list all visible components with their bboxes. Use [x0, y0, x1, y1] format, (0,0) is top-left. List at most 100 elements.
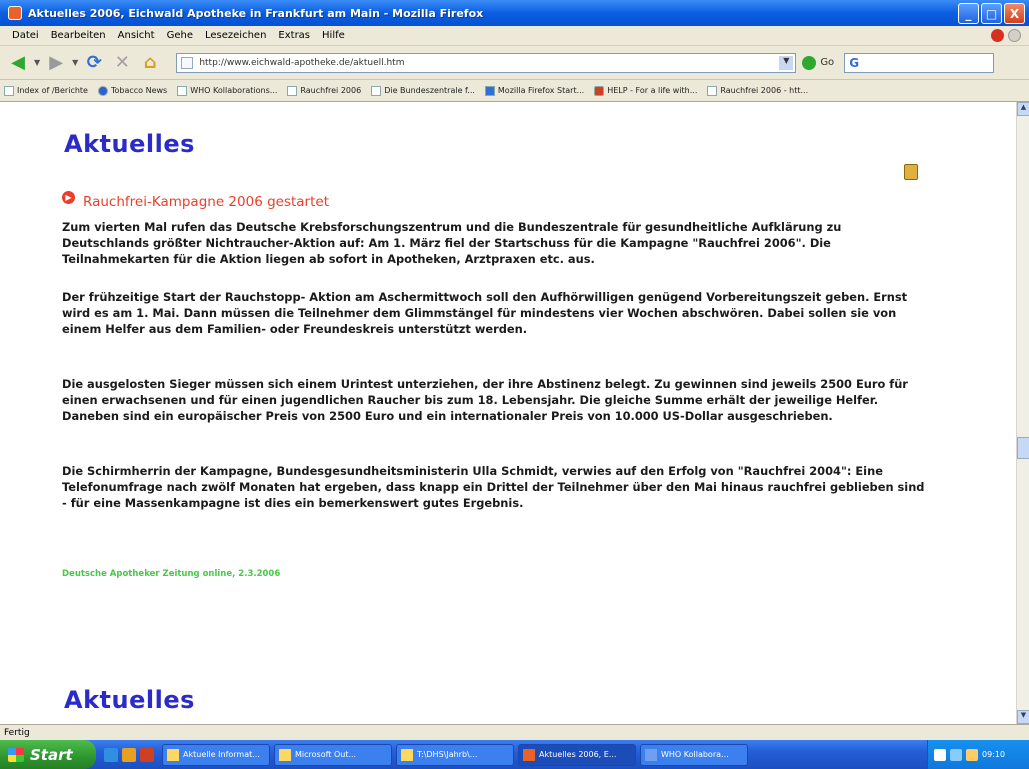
bullet-arrow-icon: ▶ [62, 190, 75, 204]
go-icon[interactable] [802, 55, 817, 70]
page-icon [181, 56, 194, 69]
section-heading: Aktuelles [64, 686, 195, 714]
ie-icon[interactable] [104, 747, 118, 762]
bookmark-item[interactable]: Index of /Berichte [4, 85, 88, 96]
taskbar-item[interactable]: Aktuelle Informat... [162, 743, 270, 766]
vertical-scrollbar[interactable]: ▲ ▼ [1016, 102, 1029, 724]
taskbar: Start Aktuelle Informat... Microsoft Out… [0, 740, 1029, 769]
go-button[interactable]: Go [820, 57, 834, 68]
outlook-icon [279, 748, 291, 761]
bookmark-label: WHO Kollaborations... [190, 86, 278, 95]
firefox-app-icon [8, 6, 22, 20]
scroll-thumb[interactable] [1017, 437, 1029, 459]
source-link[interactable]: Deutsche Apotheker Zeitung online, 2.3.2… [62, 569, 280, 579]
article-paragraph: Der frühzeitige Start der Rauchstopp- Ak… [62, 290, 908, 337]
back-arrow-icon[interactable]: ◀ [6, 51, 30, 75]
bookmark-item[interactable]: Tobacco News [97, 85, 168, 96]
taskbar-item-label: Microsoft Out... [295, 750, 357, 759]
bookmark-label: Rauchfrei 2006 [300, 86, 362, 95]
page-icon [371, 85, 382, 96]
close-button[interactable]: X [1004, 3, 1025, 24]
bookmarks-toolbar: Index of /Berichte Tobacco News WHO Koll… [0, 80, 1029, 102]
forward-dropdown-icon[interactable]: ▼ [72, 58, 78, 67]
word-icon [645, 748, 657, 761]
bookmark-item[interactable]: WHO Kollaborations... [177, 85, 278, 96]
bookmark-item[interactable]: Rauchfrei 2006 - htt... [707, 85, 809, 96]
menu-datei[interactable]: Datei [6, 30, 45, 41]
minimize-button[interactable]: _ [958, 3, 979, 24]
menu-bar: Datei Bearbeiten Ansicht Gehe Lesezeiche… [0, 26, 1029, 46]
page-icon [287, 85, 298, 96]
taskbar-item-label: T:\DHS\Jahrb\... [417, 750, 478, 759]
bookmark-item[interactable]: Mozilla Firefox Start... [484, 85, 585, 96]
start-label: Start [30, 745, 73, 764]
bookmark-item[interactable]: Die Bundeszentrale f... [371, 85, 475, 96]
search-input[interactable]: G [844, 52, 995, 73]
window-title: Aktuelles 2006, Eichwald Apotheke in Fra… [28, 6, 484, 20]
taskbar-item-label: Aktuelle Informat... [183, 750, 260, 759]
page-content: Aktuelles ▶ Rauchfrei-Kampagne 2006 gest… [0, 102, 1016, 724]
news-header: ▶ Rauchfrei-Kampagne 2006 gestartet [62, 190, 329, 210]
printer-icon[interactable] [904, 164, 918, 180]
bookmark-label: HELP - For a life with... [607, 86, 698, 95]
bookmark-label: Die Bundeszentrale f... [384, 86, 475, 95]
quick-launch [104, 747, 154, 762]
document-icon [167, 748, 179, 761]
page-icon [4, 85, 14, 96]
menu-lesezeichen[interactable]: Lesezeichen [199, 30, 272, 41]
page-icon [177, 85, 188, 96]
scroll-up-icon[interactable]: ▲ [1017, 102, 1029, 116]
back-dropdown-icon[interactable]: ▼ [34, 58, 40, 67]
firefox-icon [523, 748, 535, 761]
stop-indicator-icon [991, 29, 1004, 42]
home-icon[interactable]: ⌂ [138, 51, 162, 75]
clock: 09:10 [982, 750, 1006, 759]
status-text: Fertig [4, 727, 30, 738]
page-title: Aktuelles [64, 130, 195, 158]
menu-bearbeiten[interactable]: Bearbeiten [45, 30, 112, 41]
taskbar-item[interactable]: WHO Kollabora... [640, 743, 748, 766]
url-text[interactable]: http://www.eichwald-apotheke.de/aktuell.… [199, 58, 404, 68]
url-dropdown-icon[interactable]: ▼ [779, 55, 794, 70]
window-titlebar: Aktuelles 2006, Eichwald Apotheke in Fra… [0, 0, 1029, 26]
search-engine-icon[interactable]: G [849, 56, 859, 70]
taskbar-item[interactable]: Microsoft Out... [274, 743, 392, 766]
volume-icon[interactable] [950, 748, 962, 761]
scroll-down-icon[interactable]: ▼ [1017, 710, 1029, 724]
help-icon [594, 85, 605, 96]
bookmark-item[interactable]: HELP - For a life with... [594, 85, 698, 96]
media-icon[interactable] [140, 747, 154, 762]
maximize-button[interactable]: □ [981, 3, 1002, 24]
url-bar[interactable]: http://www.eichwald-apotheke.de/aktuell.… [176, 52, 797, 73]
taskbar-item[interactable]: Aktuelles 2006, E... [518, 743, 636, 766]
bookmark-label: Tobacco News [110, 86, 168, 95]
windows-logo-icon [8, 747, 24, 762]
folder-icon [401, 748, 413, 761]
window-controls: _ □ X [958, 3, 1025, 24]
outlook-icon[interactable] [122, 747, 136, 762]
menu-hilfe[interactable]: Hilfe [316, 30, 351, 41]
network-icon[interactable] [934, 748, 946, 761]
google-icon [97, 85, 108, 96]
reload-icon[interactable]: ⟳ [82, 51, 106, 75]
bookmark-item[interactable]: Rauchfrei 2006 [287, 85, 362, 96]
menu-ansicht[interactable]: Ansicht [112, 30, 161, 41]
bookmark-label: Mozilla Firefox Start... [497, 86, 585, 95]
security-icon[interactable] [966, 748, 978, 761]
system-tray: 09:10 [927, 740, 1029, 769]
taskbar-item[interactable]: T:\DHS\Jahrb\... [396, 743, 514, 766]
stop-icon[interactable]: ✕ [110, 51, 134, 75]
forward-arrow-icon[interactable]: ▶ [44, 51, 68, 75]
bookmark-label: Index of /Berichte [17, 86, 88, 95]
firefox-icon [484, 85, 495, 96]
start-button[interactable]: Start [0, 740, 96, 769]
article-paragraph: Die Schirmherrin der Kampagne, Bundesges… [62, 464, 925, 511]
menu-gehe[interactable]: Gehe [161, 30, 199, 41]
article-paragraph: Die ausgelosten Sieger müssen sich einem… [62, 377, 908, 424]
taskbar-item-label: WHO Kollabora... [661, 750, 729, 759]
status-bar: Fertig [0, 724, 1029, 740]
menu-extras[interactable]: Extras [272, 30, 316, 41]
bookmark-label: Rauchfrei 2006 - htt... [720, 86, 809, 95]
page-icon [707, 85, 718, 96]
navigation-toolbar: ◀ ▼ ▶ ▼ ⟳ ✕ ⌂ http://www.eichwald-apothe… [0, 46, 1029, 80]
